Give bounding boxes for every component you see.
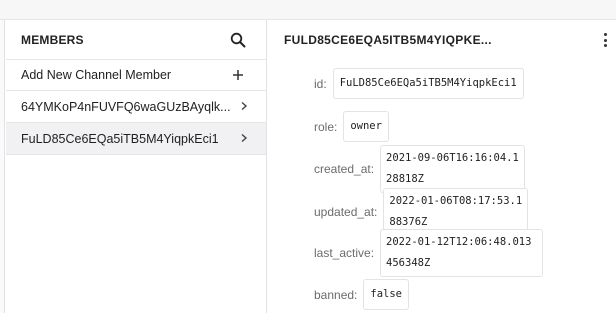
field-label-last-active: last_active:: [314, 246, 375, 260]
field-label-updated-at: updated_at:: [314, 205, 378, 219]
top-strip: [0, 0, 616, 20]
plus-icon[interactable]: [228, 65, 248, 85]
field-label-id: id:: [314, 76, 327, 91]
add-channel-member-button[interactable]: Add New Channel Member: [6, 60, 266, 91]
member-list-item-selected[interactable]: FuLD85Ce6EQa5iTB5M4YiqpkEci1: [6, 123, 266, 155]
field-id: id: FuLD85Ce6EQa5iTB5M4YiqpkEci1: [314, 68, 524, 99]
field-label-role: role:: [314, 119, 338, 134]
member-detail-header: FULD85CE6EQA5ITB5M4YIQPKE...: [268, 20, 616, 60]
members-title: MEMBERS: [21, 32, 84, 47]
kebab-menu-icon[interactable]: [598, 30, 612, 50]
members-header: MEMBERS: [6, 20, 266, 60]
chevron-right-icon: [240, 100, 248, 114]
field-value-banned: false: [363, 279, 409, 310]
chevron-right-icon: [240, 132, 248, 146]
field-created-at: created_at: 2021-09-06T16:16:04.128818Z: [314, 145, 526, 193]
field-label-created-at: created_at:: [314, 162, 375, 176]
member-name: FuLD85Ce6EQa5iTB5M4YiqpkEci1: [21, 131, 219, 146]
member-list-item[interactable]: 64YMKoP4nFUVFQ6waGUzBAyqlk...: [6, 91, 266, 123]
member-name: 64YMKoP4nFUVFQ6waGUzBAyqlk...: [21, 99, 231, 114]
field-banned: banned: false: [314, 279, 409, 310]
field-label-banned: banned:: [314, 287, 358, 302]
field-value-role: owner: [343, 111, 389, 142]
member-detail-panel: FULD85CE6EQA5ITB5M4YIQPKE... id: FuLD85C…: [268, 20, 616, 313]
field-value-created-at: 2021-09-06T16:16:04.128818Z: [380, 145, 526, 193]
field-role: role: owner: [314, 111, 389, 142]
field-last-active: last_active: 2022-01-12T12:06:48.0134563…: [314, 229, 544, 277]
field-value-last-active: 2022-01-12T12:06:48.013456348Z: [380, 229, 544, 277]
left-edge-divider: [0, 20, 5, 313]
member-detail-title: FULD85CE6EQA5ITB5M4YIQPKE...: [284, 33, 492, 47]
add-channel-member-label: Add New Channel Member: [21, 68, 172, 82]
search-icon[interactable]: [228, 30, 248, 50]
members-panel: MEMBERS Add New Channel Member 64YMKoP4n…: [6, 20, 267, 313]
field-value-id: FuLD85Ce6EQa5iTB5M4YiqpkEci1: [332, 68, 524, 99]
